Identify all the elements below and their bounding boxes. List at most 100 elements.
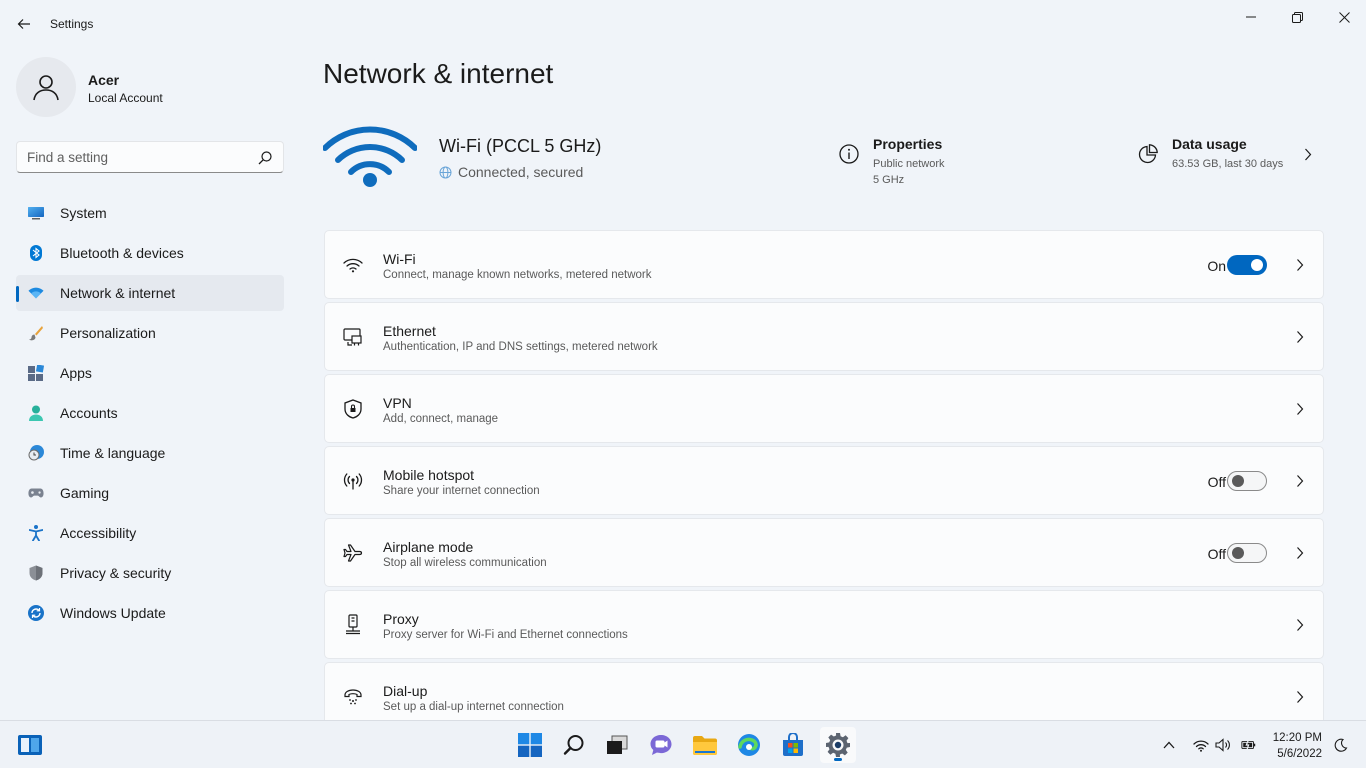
magnifier-icon xyxy=(563,735,584,755)
card-subtitle: Authentication, IP and DNS settings, met… xyxy=(383,341,658,353)
mobile-hotspot-toggle[interactable] xyxy=(1227,471,1267,491)
network-tray-button[interactable] xyxy=(1193,737,1209,753)
back-button[interactable] xyxy=(10,10,38,38)
connection-name: Wi-Fi (PCCL 5 GHz) xyxy=(439,136,602,156)
widgets-button[interactable] xyxy=(12,727,48,763)
moon-focus-icon xyxy=(1334,738,1348,752)
app-title: Settings xyxy=(50,17,94,31)
sidebar-item-privacy-security[interactable]: Privacy & security xyxy=(16,555,284,591)
back-arrow-icon xyxy=(17,19,30,29)
person-icon xyxy=(33,75,59,101)
notifications-button[interactable] xyxy=(1333,737,1349,753)
ethernet-card[interactable]: Ethernet Authentication, IP and DNS sett… xyxy=(324,302,1324,371)
search-taskbar-button[interactable] xyxy=(556,727,592,763)
connection-status-text: Connected, secured xyxy=(458,164,584,180)
data-usage-title: Data usage xyxy=(1172,136,1247,152)
minimize-button[interactable] xyxy=(1236,6,1266,28)
sidebar-item-label: Windows Update xyxy=(60,605,166,621)
airplane-mode-toggle[interactable] xyxy=(1227,543,1267,563)
close-button[interactable] xyxy=(1329,6,1359,28)
widgets-icon xyxy=(18,735,42,755)
taskbar-clock[interactable]: 12:20 PM 5/6/2022 xyxy=(1262,730,1322,762)
edge-browser-button[interactable] xyxy=(731,727,767,763)
clock-date: 5/6/2022 xyxy=(1277,748,1322,760)
chevron-right-icon xyxy=(1297,331,1304,343)
chevron-right-icon xyxy=(1297,547,1304,559)
sidebar-item-personalization[interactable]: Personalization xyxy=(16,315,284,351)
user-profile[interactable]: Acer Local Account xyxy=(16,57,276,117)
toggle-knob xyxy=(1232,547,1244,559)
sidebar-item-network[interactable]: Network & internet xyxy=(16,275,284,311)
settings-taskbar-button[interactable] xyxy=(820,727,856,763)
vpn-card[interactable]: VPN Add, connect, manage xyxy=(324,374,1324,443)
proxy-card[interactable]: Proxy Proxy server for Wi-Fi and Etherne… xyxy=(324,590,1324,659)
sidebar-item-apps[interactable]: Apps xyxy=(16,355,284,391)
card-subtitle: Proxy server for Wi-Fi and Ethernet conn… xyxy=(383,629,628,641)
minimize-icon xyxy=(1246,16,1256,18)
taskbar: 12:20 PM 5/6/2022 xyxy=(0,720,1366,768)
title-bar: Settings xyxy=(0,0,1366,48)
file-explorer-button[interactable] xyxy=(687,727,723,763)
card-title: Mobile hotspot xyxy=(383,467,475,483)
profile-name: Acer xyxy=(88,72,120,88)
chevron-right-icon xyxy=(1305,148,1312,161)
gear-icon xyxy=(826,733,850,757)
profile-account-type: Local Account xyxy=(88,91,163,105)
sidebar-item-time-language[interactable]: Time & language xyxy=(16,435,284,471)
card-subtitle: Connect, manage known networks, metered … xyxy=(383,269,652,281)
sidebar-item-bluetooth[interactable]: Bluetooth & devices xyxy=(16,235,284,271)
globe-icon xyxy=(439,166,452,178)
start-button[interactable] xyxy=(512,727,548,763)
windows-update-icon xyxy=(28,605,44,621)
store-icon xyxy=(783,733,803,756)
maximize-button[interactable] xyxy=(1282,6,1312,28)
card-title: Airplane mode xyxy=(383,539,474,555)
wifi-card[interactable]: Wi-Fi Connect, manage known networks, me… xyxy=(324,230,1324,299)
gaming-icon xyxy=(28,485,44,501)
battery-tray-button[interactable] xyxy=(1241,737,1257,753)
pie-chart-icon xyxy=(1138,144,1158,164)
sidebar-item-label: Network & internet xyxy=(60,285,176,301)
chevron-right-icon xyxy=(1297,475,1304,487)
airplane-mode-card[interactable]: Airplane mode Stop all wireless communic… xyxy=(324,518,1324,587)
hotspot-icon xyxy=(343,471,363,491)
card-title: Wi-Fi xyxy=(383,251,416,267)
folder-icon xyxy=(693,736,717,755)
avatar xyxy=(16,57,76,117)
task-view-button[interactable] xyxy=(599,727,635,763)
mobile-hotspot-card[interactable]: Mobile hotspot Share your internet conne… xyxy=(324,446,1324,515)
show-hidden-icons-button[interactable] xyxy=(1161,737,1177,753)
vpn-shield-icon xyxy=(343,399,363,419)
properties-band: 5 GHz xyxy=(873,174,905,186)
properties-title: Properties xyxy=(873,136,943,152)
volume-tray-button[interactable] xyxy=(1215,737,1231,753)
apps-icon xyxy=(28,365,44,381)
sidebar-item-accessibility[interactable]: Accessibility xyxy=(16,515,284,551)
toggle-knob xyxy=(1232,475,1244,487)
properties-network-type: Public network xyxy=(873,158,945,170)
wifi-toggle[interactable] xyxy=(1227,255,1267,275)
sidebar-item-label: Time & language xyxy=(60,445,166,461)
sidebar-item-label: Accessibility xyxy=(60,525,137,541)
info-icon xyxy=(839,144,859,164)
sidebar-item-windows-update[interactable]: Windows Update xyxy=(16,595,284,631)
sidebar-item-accounts[interactable]: Accounts xyxy=(16,395,284,431)
dialup-icon xyxy=(343,687,363,707)
sidebar-item-gaming[interactable]: Gaming xyxy=(16,475,284,511)
wifi-hero-icon xyxy=(323,126,417,187)
speaker-icon xyxy=(1215,738,1230,752)
card-subtitle: Share your internet connection xyxy=(383,485,540,497)
search-placeholder: Find a setting xyxy=(27,150,109,165)
dial-up-card[interactable]: Dial-up Set up a dial-up internet connec… xyxy=(324,662,1324,720)
sidebar-item-system[interactable]: System xyxy=(16,195,284,231)
sidebar-item-label: Bluetooth & devices xyxy=(60,245,184,261)
card-title: Ethernet xyxy=(383,323,436,339)
restore-icon xyxy=(1291,11,1303,23)
teams-chat-button[interactable] xyxy=(643,727,679,763)
card-title: Dial-up xyxy=(383,683,428,699)
sidebar-item-label: Privacy & security xyxy=(60,565,172,581)
sidebar-item-label: System xyxy=(60,205,107,221)
search-input[interactable]: Find a setting xyxy=(16,141,284,173)
microsoft-store-button[interactable] xyxy=(775,727,811,763)
toggle-state-text: Off xyxy=(1207,546,1226,562)
